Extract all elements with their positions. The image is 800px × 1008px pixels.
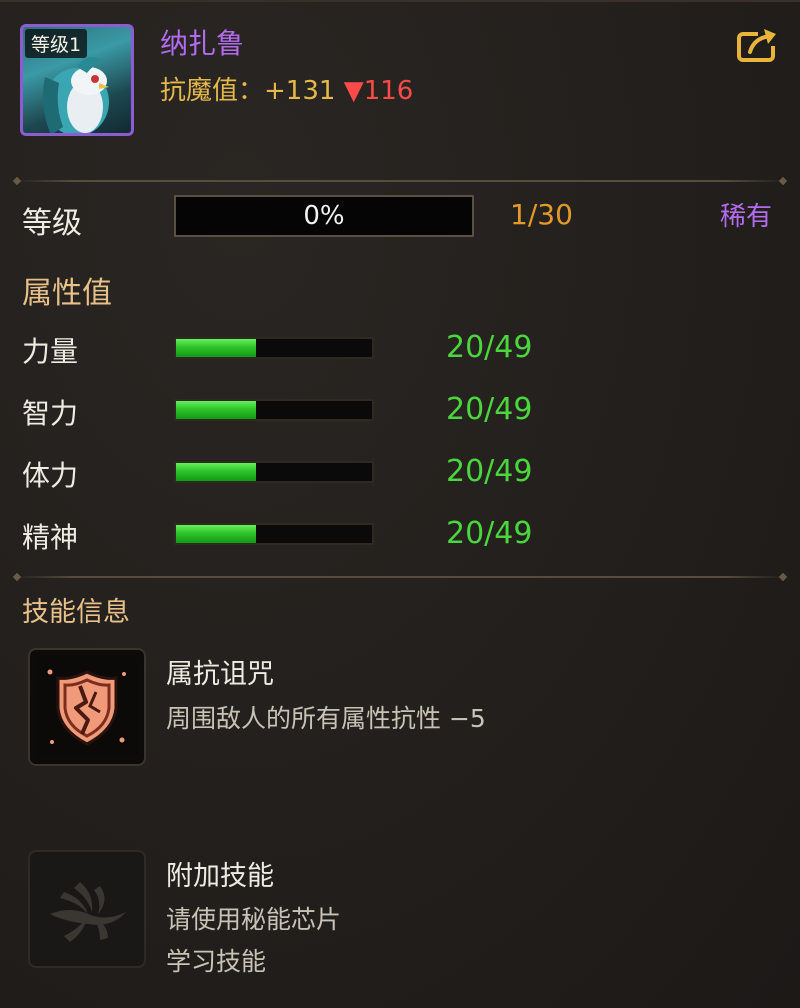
attribute-bar	[174, 399, 374, 421]
attribute-label: 体力	[22, 459, 79, 492]
resist-value: +131	[264, 76, 336, 106]
attribute-label: 智力	[22, 397, 79, 430]
resist-label: 抗魔值：	[160, 76, 265, 106]
pet-avatar-image	[43, 57, 109, 133]
attribute-bar-fill	[176, 339, 257, 357]
pet-info-panel: 等级1 纳扎鲁 抗魔值：+131 ▼116 等级 0% 1/30 稀有 属性值 …	[0, 0, 800, 1008]
skill-description: 周围敌人的所有属性抗性 −5	[166, 704, 486, 733]
level-progress-text: 0%	[303, 201, 345, 231]
attribute-bar	[174, 523, 374, 545]
attribute-value: 20/49	[446, 330, 533, 365]
skill-slot-2[interactable]	[28, 850, 146, 968]
pet-portrait[interactable]: 等级1	[20, 24, 134, 136]
level-label: 等级	[22, 206, 82, 241]
attribute-bar-fill	[176, 401, 257, 419]
skills-title: 技能信息	[22, 597, 130, 628]
skill-name: 属抗诅咒	[166, 659, 274, 690]
attribute-bar-fill	[176, 525, 257, 543]
skill-description-line2: 学习技能	[166, 947, 267, 976]
skill-name: 附加技能	[166, 861, 274, 892]
attribute-bar-fill	[176, 463, 257, 481]
pet-level-tag: 等级1	[25, 29, 88, 58]
skill-slot-1[interactable]	[28, 648, 146, 766]
level-progress-bar: 0%	[174, 195, 474, 237]
attribute-bar	[174, 461, 374, 483]
share-button[interactable]	[736, 26, 782, 64]
rarity-label: 稀有	[720, 202, 773, 232]
cracked-shield-icon	[36, 656, 138, 758]
attribute-label: 精神	[22, 521, 79, 554]
attribute-value: 20/49	[446, 392, 533, 427]
header-divider	[14, 180, 786, 182]
attributes-divider	[14, 576, 786, 578]
pet-name: 纳扎鲁	[160, 27, 245, 60]
level-count: 1/30	[510, 198, 573, 231]
skill-description: 请使用秘能芯片	[166, 905, 342, 934]
resist-stat: 抗魔值：+131 ▼116	[160, 70, 413, 107]
attributes-title: 属性值	[22, 276, 112, 311]
attribute-value: 20/49	[446, 454, 533, 489]
attribute-bar	[174, 337, 374, 359]
locked-skill-icon	[50, 882, 126, 942]
share-icon	[737, 28, 780, 62]
resist-delta: ▼116	[343, 76, 414, 106]
attribute-value: 20/49	[446, 516, 533, 551]
attribute-label: 力量	[22, 335, 79, 368]
